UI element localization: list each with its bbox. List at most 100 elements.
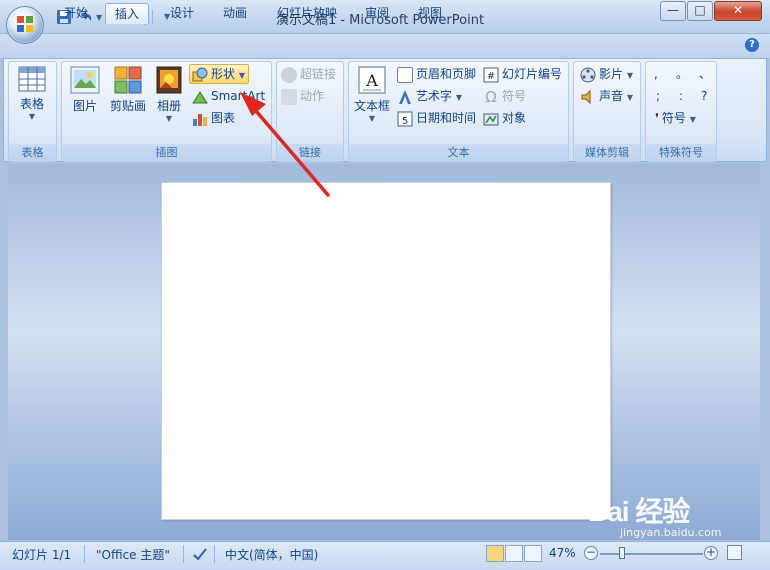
tab-home[interactable]: 开始: [55, 3, 97, 24]
textbox-icon: A: [358, 66, 386, 94]
special-char-enum-comma[interactable]: 、: [699, 64, 711, 84]
object-label: 对象: [502, 111, 527, 125]
group-tables-label: 表格: [9, 144, 56, 161]
wordart-icon: [399, 89, 411, 104]
tab-slideshow[interactable]: 幻灯片放映: [268, 3, 346, 24]
special-symbol-dropdown-icon: ▼: [689, 115, 696, 124]
close-button[interactable]: ✕: [714, 1, 762, 21]
tab-animation[interactable]: 动画: [214, 3, 256, 24]
movie-label: 影片: [599, 67, 624, 81]
office-logo-icon: [17, 16, 33, 32]
hyperlink-icon: [281, 66, 297, 83]
shapes-icon: [192, 67, 208, 81]
minimize-button[interactable]: —: [660, 1, 686, 21]
chart-icon: [193, 113, 207, 126]
picture-button[interactable]: 图片: [67, 66, 103, 114]
ribbon-tab-bar: [0, 34, 770, 58]
svg-text:5: 5: [402, 116, 408, 127]
header-footer-label: 页眉和页脚: [416, 67, 477, 81]
datetime-icon: 5: [397, 111, 413, 127]
chart-button[interactable]: 图表: [192, 108, 235, 128]
movie-button[interactable]: 影片 ▼: [580, 64, 633, 84]
tab-design[interactable]: 设计: [161, 3, 203, 24]
sound-dropdown-icon: ▼: [626, 93, 633, 102]
table-label: 表格: [19, 97, 44, 111]
photo-album-dropdown-icon: ▼: [165, 114, 173, 123]
special-char-colon[interactable]: :: [679, 86, 683, 106]
shapes-label: 形状: [211, 67, 236, 81]
special-symbol-icon: ❜: [655, 111, 659, 125]
sound-label: 声音: [599, 89, 624, 103]
normal-view-icon[interactable]: [486, 545, 504, 562]
help-icon[interactable]: ?: [745, 38, 759, 52]
clipart-icon: [114, 66, 142, 94]
tab-review[interactable]: 审阅: [356, 3, 398, 24]
office-button[interactable]: [6, 6, 44, 44]
photo-album-label: 相册: [156, 99, 181, 113]
wordart-label: 艺术字: [416, 89, 453, 103]
wordart-dropdown-icon: ▼: [455, 93, 462, 102]
fit-to-window-icon[interactable]: [727, 545, 742, 560]
sound-icon: [581, 89, 591, 104]
tab-insert[interactable]: 插入: [105, 3, 150, 24]
slideshow-view-icon[interactable]: [524, 545, 542, 562]
object-button[interactable]: 对象: [483, 108, 526, 128]
zoom-out-icon[interactable]: −: [584, 546, 598, 560]
symbol-label: 符号: [502, 89, 527, 103]
slide-canvas[interactable]: [161, 182, 611, 520]
table-dropdown-icon: ▼: [28, 112, 36, 121]
language-indicator: 中文(简体，中国): [225, 548, 319, 562]
header-footer-button[interactable]: 页眉和页脚: [397, 64, 476, 84]
header-footer-icon: [397, 66, 413, 83]
slide-number-icon: #: [483, 67, 499, 82]
svg-text:A: A: [365, 71, 378, 90]
textbox-button[interactable]: A 文本框 ▼: [352, 66, 392, 123]
zoom-slider-track[interactable]: [600, 553, 703, 555]
textbox-label: 文本框: [353, 99, 390, 113]
group-special-symbols-label: 特殊符号: [646, 144, 716, 161]
zoom-in-icon[interactable]: +: [704, 546, 718, 560]
maximize-button[interactable]: □: [687, 1, 713, 21]
slide-number-label: 幻灯片编号: [502, 67, 563, 81]
tab-view[interactable]: 视图: [409, 3, 451, 24]
special-symbol-button[interactable]: ❜ 符号 ▼: [655, 108, 696, 128]
symbol-button[interactable]: Ω 符号: [483, 86, 526, 106]
movie-dropdown-icon: ▼: [626, 71, 633, 80]
zoom-level[interactable]: 47%: [549, 546, 576, 560]
smartart-icon: [192, 90, 208, 103]
slide-sorter-view-icon[interactable]: [505, 545, 523, 562]
datetime-button[interactable]: 5 日期和时间: [397, 108, 476, 128]
photo-album-button[interactable]: 相册 ▼: [152, 66, 186, 123]
picture-label: 图片: [72, 99, 97, 113]
sound-button[interactable]: 声音 ▼: [580, 86, 633, 106]
clipart-label: 剪贴画: [109, 99, 146, 113]
baidu-watermark: Bai 经验: [588, 496, 690, 527]
special-char-comma[interactable]: ,: [654, 64, 658, 84]
special-char-period[interactable]: 。: [676, 64, 688, 84]
hyperlink-button[interactable]: 超链接: [281, 64, 336, 84]
object-icon: [483, 113, 499, 125]
group-media-label: 媒体剪辑: [574, 144, 640, 161]
special-char-question[interactable]: ?: [701, 86, 707, 106]
spellcheck-icon[interactable]: [192, 546, 208, 562]
special-char-semicolon[interactable]: ;: [656, 86, 660, 106]
slide-number-button[interactable]: # 幻灯片编号: [483, 64, 562, 84]
omega-icon: Ω: [485, 87, 497, 106]
clipart-button[interactable]: 剪贴画: [107, 66, 149, 114]
shapes-dropdown-icon: ▼: [238, 71, 245, 80]
shapes-item[interactable]: 形状 ▼: [192, 64, 245, 84]
svg-text:#: #: [487, 71, 495, 82]
table-button[interactable]: 表格 ▼: [12, 66, 52, 121]
photo-album-icon: [156, 66, 182, 94]
zoom-slider-thumb[interactable]: [619, 547, 625, 559]
baidu-watermark-url: jingyan.baidu.com: [620, 526, 722, 539]
slide-counter: 幻灯片 1/1: [12, 548, 72, 562]
textbox-dropdown-icon: ▼: [368, 114, 376, 123]
picture-icon: [70, 66, 100, 94]
special-symbol-label: 符号: [661, 111, 686, 125]
table-icon: [18, 66, 46, 92]
annotation-arrow-icon: [240, 92, 330, 197]
theme-name: "Office 主题": [96, 548, 170, 562]
movie-icon: [580, 67, 596, 82]
wordart-button[interactable]: 艺术字 ▼: [397, 86, 462, 106]
